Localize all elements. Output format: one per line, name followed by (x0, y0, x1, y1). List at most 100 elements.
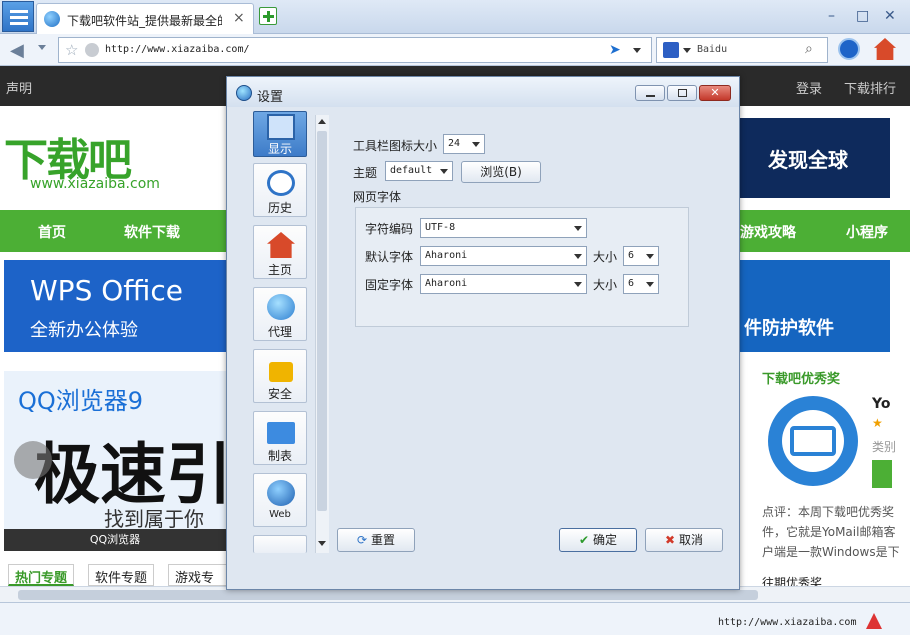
statement-link[interactable]: 声明 (6, 78, 32, 97)
settings-dialog: 设置 ✕ 显示 历史 主页 代理 安全 制表 Web 工具栏图标大小 24 主题… (226, 76, 740, 590)
browser-tab[interactable]: 下载吧软件站_提供最新最全的… × (36, 3, 254, 34)
minimize-icon[interactable]: – (828, 8, 835, 24)
cancel-button[interactable]: ✖ 取消 (645, 528, 723, 552)
toolbar-icon-size-select[interactable]: 24 (443, 134, 485, 154)
theme-label: 主题 (353, 166, 378, 180)
menu-icon[interactable] (2, 1, 34, 32)
folder-icon (267, 422, 295, 444)
carousel-prev-icon[interactable] (14, 441, 52, 479)
login-link[interactable]: 登录 (796, 78, 822, 97)
status-bar: http://www.xiazaiba.com (0, 602, 910, 635)
checkmark-icon: ✔ (579, 533, 590, 547)
cancel-x-icon: ✖ (665, 533, 676, 547)
nav-miniprogram[interactable]: 小程序 (846, 222, 888, 242)
browse-button[interactable]: 浏览(B) (461, 161, 541, 183)
fixed-size-select[interactable]: 6 (623, 274, 659, 294)
fixed-font-select[interactable]: Aharoni (420, 274, 587, 294)
maximize-icon[interactable]: □ (856, 8, 869, 24)
reset-button[interactable]: ⟳ 重置 (337, 528, 415, 552)
dialog-close-icon[interactable]: ✕ (699, 85, 731, 101)
star-icon[interactable]: ☆ (65, 41, 78, 59)
sidebar-item-web[interactable]: Web (253, 473, 307, 527)
past-awards-link[interactable]: 往期优秀奖 (762, 574, 822, 586)
sidebar-item-display[interactable]: 显示 (253, 111, 307, 157)
dialog-title: 设置 (257, 90, 284, 105)
award-description: 点评：本周下载吧优秀奖件，它就是YoMail邮箱客户端是一款Windows是下 (762, 505, 900, 559)
sidebar-item-tabs[interactable]: 制表 (253, 411, 307, 465)
browser-logo-icon[interactable] (838, 38, 860, 60)
search-icon[interactable]: ⌕ (805, 41, 813, 57)
dialog-minimize-icon[interactable] (635, 85, 665, 101)
house-icon (267, 232, 295, 258)
warning-icon[interactable] (866, 613, 882, 629)
settings-app-icon (236, 85, 252, 101)
chevron-down-icon (574, 226, 582, 231)
back-dropdown-icon[interactable] (38, 45, 46, 50)
sidebar-item-security[interactable]: 安全 (253, 349, 307, 403)
close-icon[interactable]: ✕ (884, 8, 896, 24)
address-bar[interactable]: ☆ http://www.xiazaiba.com/ ➤ (58, 37, 652, 63)
network-globe-icon (267, 294, 295, 320)
address-text[interactable]: http://www.xiazaiba.com/ (105, 44, 250, 55)
category-label: 类别 (872, 440, 897, 454)
default-size-label: 大小 (593, 250, 618, 264)
globe-icon (44, 11, 60, 27)
sidebar-item-homepage[interactable]: 主页 (253, 225, 307, 279)
app-name[interactable]: Yo (872, 396, 890, 412)
mail-icon (790, 426, 836, 456)
tab-hot-topics[interactable]: 热门专题 (8, 564, 75, 586)
banner-right-2[interactable]: 件防护软件 (740, 260, 890, 352)
go-arrow-icon[interactable]: ➤ (609, 42, 621, 58)
search-input[interactable]: Baidu (697, 44, 727, 55)
nav-software[interactable]: 软件下载 (124, 222, 180, 242)
fixed-font-label: 固定字体 (365, 278, 414, 292)
search-bar[interactable]: Baidu ⌕ (656, 37, 828, 63)
sidebar-item-history[interactable]: 历史 (253, 163, 307, 217)
engine-dropdown-icon[interactable] (683, 48, 691, 53)
site-icon (85, 43, 99, 57)
address-dropdown-icon[interactable] (633, 48, 641, 53)
sidebar-scroll-thumb[interactable] (317, 131, 327, 511)
tab-software-topics[interactable]: 软件专题 (88, 564, 155, 586)
chevron-down-icon (646, 254, 654, 259)
tab-close-icon[interactable]: × (233, 10, 245, 26)
globe-icon (267, 480, 295, 506)
back-arrow-icon[interactable]: ◀ (10, 40, 34, 61)
rank-link[interactable]: 下载排行 (844, 78, 896, 97)
status-url: http://www.xiazaiba.com (718, 617, 857, 628)
scroll-down-icon[interactable] (318, 541, 326, 546)
new-tab-icon[interactable] (259, 7, 277, 25)
award-title: 下载吧优秀奖 (762, 372, 841, 387)
sidebar-item-more[interactable] (253, 535, 307, 553)
clock-icon (267, 170, 295, 196)
dialog-maximize-icon[interactable] (667, 85, 697, 101)
qq-browser-banner[interactable]: QQ浏览器9 极速引 找到属于你 QQ浏览器 (4, 371, 232, 551)
sidebar-item-proxy[interactable]: 代理 (253, 287, 307, 341)
home-icon[interactable] (874, 38, 896, 60)
nav-home[interactable]: 首页 (38, 222, 66, 242)
chevron-down-icon (574, 254, 582, 259)
toolbar-icon-size-label: 工具栏图标大小 (353, 139, 438, 153)
baidu-paw-icon[interactable] (663, 42, 679, 58)
scroll-up-icon[interactable] (318, 119, 326, 124)
scroll-thumb[interactable] (18, 590, 758, 600)
star-rating-icon: ★ (872, 416, 883, 430)
dialog-title-bar[interactable]: 设置 ✕ (227, 77, 739, 107)
nav-game[interactable]: 游戏攻略 (740, 222, 796, 242)
navigation-bar: ◀ ☆ http://www.xiazaiba.com/ ➤ Baidu ⌕ (0, 34, 910, 66)
browser-title-bar: 下载吧软件站_提供最新最全的… × – □ ✕ (0, 0, 910, 34)
tab-game-topics[interactable]: 游戏专题 (168, 564, 228, 586)
wps-banner[interactable]: WPS Office 全新办公体验 (4, 260, 226, 352)
encoding-select[interactable]: UTF-8 (420, 218, 587, 238)
encoding-label: 字符编码 (365, 222, 414, 236)
default-font-label: 默认字体 (365, 250, 414, 264)
site-logo-url: www.xiazaiba.com (30, 176, 160, 192)
banner-right[interactable]: 发现全球 (740, 118, 890, 198)
web-font-label: 网页字体 (353, 190, 402, 204)
ok-button[interactable]: ✔ 确定 (559, 528, 637, 552)
reset-icon: ⟳ (357, 533, 368, 547)
default-font-select[interactable]: Aharoni (420, 246, 587, 266)
default-size-select[interactable]: 6 (623, 246, 659, 266)
download-button[interactable] (872, 460, 892, 488)
theme-select[interactable]: default (385, 161, 453, 181)
